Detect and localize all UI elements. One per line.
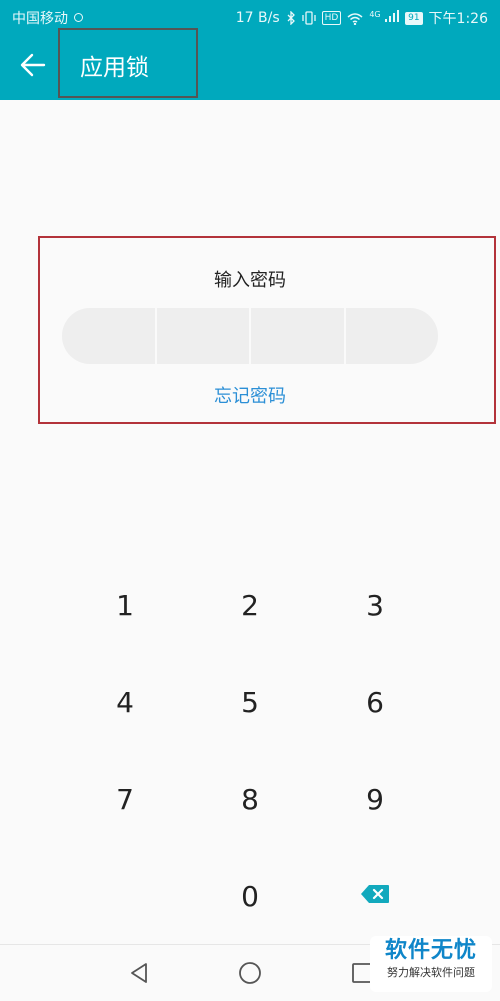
key-7[interactable]: 7: [75, 764, 175, 834]
arrow-left-icon: [20, 53, 46, 77]
battery-icon: 91: [405, 11, 423, 25]
signal-icon: [385, 10, 400, 22]
status-icons: 17 B/s HD 4G 91 下午1:26: [236, 8, 488, 28]
clock: 下午1:26: [428, 11, 488, 27]
nav-back-button[interactable]: [126, 959, 154, 987]
watermark-subtitle: 努力解决软件问题: [387, 966, 475, 979]
nav-back-icon: [131, 963, 147, 983]
nav-home-icon: [239, 962, 261, 984]
pin-cell: [62, 308, 155, 364]
pin-cell: [343, 308, 439, 364]
backspace-button[interactable]: [345, 869, 405, 919]
key-6[interactable]: 6: [325, 667, 425, 737]
pin-input-field[interactable]: [62, 308, 438, 364]
backspace-icon: [361, 885, 389, 903]
watermark-title: 软件无忧: [384, 938, 477, 963]
key-9[interactable]: 9: [325, 764, 425, 834]
back-button[interactable]: [18, 50, 58, 86]
password-prompt: 输入密码: [214, 270, 286, 291]
key-4[interactable]: 4: [75, 667, 175, 737]
key-0[interactable]: 0: [200, 861, 300, 931]
key-2[interactable]: 2: [200, 570, 300, 640]
page-title: 应用锁: [80, 55, 149, 81]
carrier-label: 中国移动: [12, 8, 83, 28]
nav-home-button[interactable]: [236, 959, 264, 987]
signal-group: 4G: [369, 10, 400, 26]
key-8[interactable]: 8: [200, 764, 300, 834]
forgot-password-link[interactable]: 忘记密码: [0, 382, 500, 408]
wifi-icon: [347, 12, 363, 25]
watermark-logo: 软件无忧 努力解决软件问题: [370, 936, 492, 992]
network-type: 4G: [369, 10, 381, 19]
bluetooth-icon: [287, 11, 295, 25]
key-1[interactable]: 1: [75, 570, 175, 640]
key-5[interactable]: 5: [200, 667, 300, 737]
network-speed: 17 B/s: [235, 10, 280, 26]
key-3[interactable]: 3: [325, 570, 425, 640]
hd-badge: HD: [321, 11, 342, 25]
vibrate-icon: [301, 11, 316, 25]
pin-cell: [154, 308, 250, 364]
pin-cell: [249, 308, 344, 364]
nfc-icon: [74, 13, 83, 22]
app-bar: 应用锁: [0, 28, 500, 100]
